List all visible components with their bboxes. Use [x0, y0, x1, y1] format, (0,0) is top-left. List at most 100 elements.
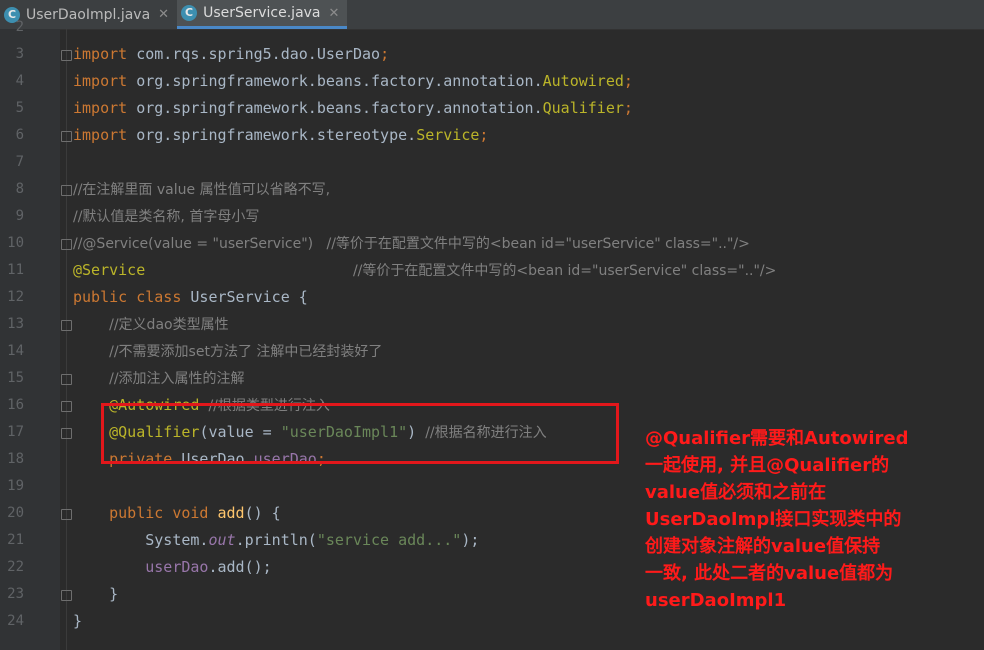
line-number: 5: [15, 100, 24, 116]
code-token: //在注解里面 value 属性值可以省略不写,: [73, 182, 331, 198]
code-line[interactable]: 4 import org.springframework.beans.factor…: [0, 68, 984, 95]
code-token: com.rqs.spring5.dao.UserDao: [136, 45, 381, 63]
code-text: //不需要添加set方法了 注解中已经封装好了: [73, 338, 382, 366]
line-number: 9: [15, 208, 24, 224]
code-text: System.out.println("service add...");: [73, 527, 479, 554]
line-number: 18: [7, 451, 24, 467]
fold-marker-icon[interactable]: [61, 320, 72, 331]
code-token: @Service: [73, 261, 146, 279]
code-text: public class UserService {: [73, 284, 308, 311]
code-line[interactable]: 9 //默认值是类名称, 首字母小写: [0, 203, 984, 230]
code-text: }: [73, 608, 82, 635]
code-line[interactable]: 2: [0, 14, 984, 41]
code-token: public void: [109, 504, 218, 522]
line-number: 19: [7, 478, 24, 494]
code-token: //不需要添加set方法了 注解中已经封装好了: [109, 344, 383, 360]
code-token: );: [461, 531, 480, 549]
annotation-line: 一致, 此处二者的value值都为: [645, 563, 894, 584]
code-text: userDao.add();: [73, 554, 272, 581]
code-text: @Service //等价于在配置文件中写的<bean id="userServ…: [73, 257, 776, 285]
code-token: ;: [380, 45, 390, 63]
line-number: 4: [15, 73, 24, 89]
code-token: System.: [73, 531, 209, 549]
code-token: add: [217, 504, 245, 522]
fold-marker-icon[interactable]: [61, 428, 72, 439]
code-token: org.springframework.stereotype.: [136, 126, 417, 144]
code-text: public void add() {: [73, 500, 281, 527]
fold-marker-icon[interactable]: [61, 185, 72, 196]
fold-marker-icon[interactable]: [61, 131, 72, 142]
code-text: //在注解里面 value 属性值可以省略不写,: [73, 176, 330, 204]
code-token: out: [208, 531, 236, 549]
code-token: import: [73, 126, 137, 144]
code-text: import com.rqs.spring5.dao.UserDao;: [73, 41, 389, 68]
code-token: //添加注入属性的注解: [109, 371, 245, 387]
code-token: //定义dao类型属性: [109, 317, 229, 333]
code-line[interactable]: 6 import org.springframework.stereotype.S…: [0, 122, 984, 149]
annotation-line: 创建对象注解的value值保持: [645, 536, 881, 557]
annotation-line: UserDaoImpl接口实现类中的: [645, 509, 902, 530]
line-number: 2: [15, 19, 24, 35]
line-number: 24: [7, 613, 24, 629]
fold-marker-icon[interactable]: [61, 50, 72, 61]
code-token: .add();: [208, 558, 272, 576]
code-token: Qualifier: [542, 99, 624, 117]
code-token: }: [73, 612, 83, 630]
line-number: 12: [7, 289, 24, 305]
line-number: 13: [7, 316, 24, 332]
code-token: ;: [479, 126, 489, 144]
code-text: import org.springframework.beans.factory…: [73, 95, 633, 122]
code-token: "service add...": [316, 531, 462, 549]
code-text: //默认值是类名称, 首字母小写: [73, 203, 259, 231]
line-number: 16: [7, 397, 24, 413]
line-number: 22: [7, 559, 24, 575]
annotation-line: 一起使用, 并且@Qualifier的: [645, 455, 890, 476]
fold-marker-icon[interactable]: [61, 509, 72, 520]
code-line[interactable]: 3 import com.rqs.spring5.dao.UserDao;: [0, 41, 984, 68]
code-token: .println(: [235, 531, 317, 549]
code-line[interactable]: 8 //在注解里面 value 属性值可以省略不写,: [0, 176, 984, 203]
fold-marker-icon[interactable]: [61, 239, 72, 250]
code-token: //默认值是类名称, 首字母小写: [73, 209, 260, 225]
line-number: 11: [7, 262, 24, 278]
code-token: ;: [623, 99, 633, 117]
line-number: 10: [7, 235, 24, 251]
line-number: 8: [15, 181, 24, 197]
code-line[interactable]: 13 //定义dao类型属性: [0, 311, 984, 338]
code-token: Service: [416, 126, 480, 144]
fold-marker-icon[interactable]: [61, 590, 72, 601]
code-line[interactable]: 12 public class UserService {: [0, 284, 984, 311]
line-number: 21: [7, 532, 24, 548]
code-text: //@Service(value = "userService") //等价于在…: [73, 230, 750, 258]
code-token: userDao: [145, 558, 209, 576]
line-number: 3: [15, 46, 24, 62]
code-line[interactable]: 10 //@Service(value = "userService") //等价…: [0, 230, 984, 257]
fold-marker-icon[interactable]: [61, 374, 72, 385]
fold-marker-icon[interactable]: [61, 401, 72, 412]
code-token: //@Service(value = "userService") //等价于在…: [73, 236, 750, 252]
code-token: org.springframework.beans.factory.annota…: [136, 72, 543, 90]
highlight-box: [101, 403, 619, 464]
line-number: 14: [7, 343, 24, 359]
code-text: import org.springframework.stereotype.Se…: [73, 122, 488, 149]
code-line[interactable]: 11 @Service //等价于在配置文件中写的<bean id="userSe…: [0, 257, 984, 284]
code-token: }: [73, 585, 119, 603]
code-token: ;: [623, 72, 633, 90]
code-token: Autowired: [542, 72, 624, 90]
line-number: 23: [7, 586, 24, 602]
line-number: 6: [15, 127, 24, 143]
code-line[interactable]: 5 import org.springframework.beans.factor…: [0, 95, 984, 122]
annotation-line: value值必须和之前在: [645, 482, 827, 503]
code-token: UserService {: [190, 288, 308, 306]
annotation-line: @Qualifier需要和Autowired: [645, 428, 909, 449]
code-line[interactable]: 15 //添加注入属性的注解: [0, 365, 984, 392]
code-line[interactable]: 14 //不需要添加set方法了 注解中已经封装好了: [0, 338, 984, 365]
code-line[interactable]: 7: [0, 149, 984, 176]
code-token: () {: [244, 504, 281, 522]
code-token: import: [73, 45, 137, 63]
